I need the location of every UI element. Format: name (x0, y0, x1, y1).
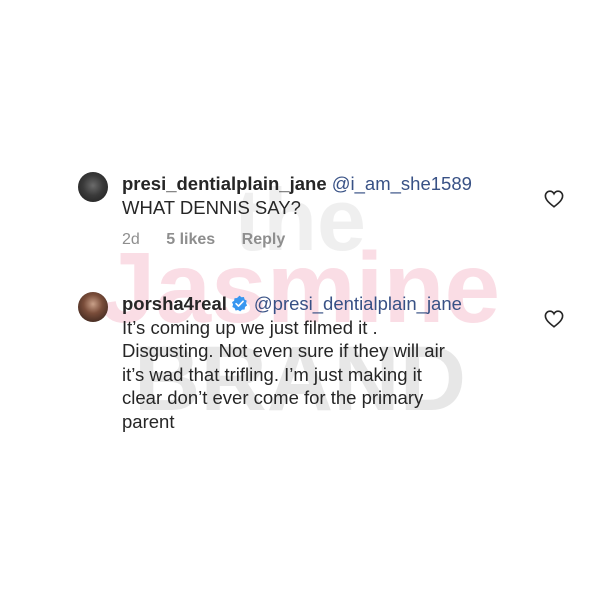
avatar[interactable] (78, 292, 108, 322)
heart-icon[interactable] (544, 310, 564, 328)
comment-meta: 2d 5 likes Reply (122, 231, 307, 249)
heart-icon[interactable] (544, 190, 564, 208)
comment-text-line: Disgusting. Not even sure if they will a… (122, 340, 445, 361)
comment-body: porsha4real @presi_dentialplain_jane It’… (122, 292, 542, 433)
username[interactable]: porsha4real (122, 293, 227, 314)
timestamp[interactable]: 2d (122, 231, 140, 248)
verified-badge-icon (231, 295, 247, 312)
comment-text-line: it’s wad that trifling. I’m just making … (122, 363, 422, 385)
likes-count[interactable]: 5 likes (166, 231, 215, 248)
reply-button[interactable]: Reply (242, 231, 286, 248)
comment-text: WHAT DENNIS SAY? (122, 196, 301, 218)
comment-text-line: parent (122, 410, 175, 432)
username[interactable]: presi_dentialplain_jane (122, 173, 327, 194)
comment-body: presi_dentialplain_jane @i_am_she1589 WH… (122, 172, 542, 219)
comment-text-line: clear don’t ever come for the primary (122, 387, 424, 408)
mention-link[interactable]: @i_am_she1589 (332, 173, 472, 194)
avatar[interactable] (78, 172, 108, 202)
comment-text-line: It’s coming up we just filmed it . (122, 316, 378, 338)
mention-link[interactable]: @presi_dentialplain_jane (254, 293, 462, 314)
